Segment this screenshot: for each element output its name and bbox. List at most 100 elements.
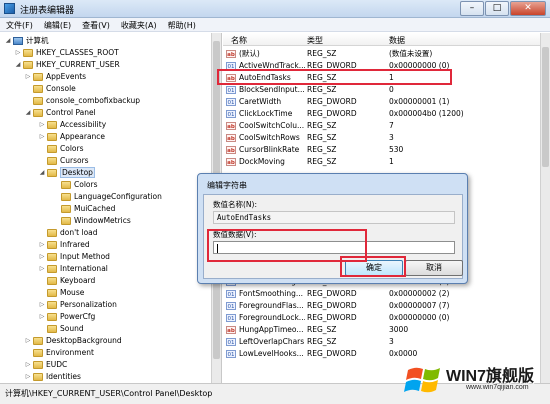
list-scroll-thumb[interactable] (542, 47, 549, 167)
tree-node[interactable]: ▷ Appearance (38, 131, 105, 143)
tree-node[interactable]: Keyboard (38, 275, 95, 287)
tree-node[interactable]: ◢ Control Panel (24, 107, 96, 119)
tree-node[interactable]: Colors (38, 143, 84, 155)
tree-node[interactable]: ◢ HKEY_CURRENT_USER (14, 59, 120, 71)
value-row[interactable]: ab (默认) REG_SZ (数值未设置) (223, 48, 550, 60)
list-scrollbar[interactable] (540, 33, 550, 383)
status-path: 计算机\HKEY_CURRENT_USER\Control Panel\Desk… (5, 389, 213, 398)
value-data: 7 (389, 121, 394, 130)
value-row[interactable]: 01 CaretWidth REG_DWORD 0x00000001 (1) (223, 96, 550, 108)
folder-icon (47, 157, 57, 165)
tree-node[interactable]: Cursors (38, 155, 89, 167)
header-data[interactable]: 数据 (389, 35, 405, 46)
expand-toggle-icon[interactable]: ◢ (14, 59, 22, 71)
tree-node[interactable]: ◢ Desktop (38, 167, 95, 179)
string-value-icon: ab (226, 326, 236, 334)
value-row[interactable]: 01 ForegroundFlas... REG_DWORD 0x00000007 (… (223, 300, 550, 312)
expand-toggle-icon[interactable]: ▷ (38, 239, 46, 251)
expand-toggle-icon[interactable]: ▷ (24, 371, 32, 383)
tree-node[interactable]: MuiCached (52, 203, 115, 215)
tree-node[interactable]: ▷ Identities (24, 371, 81, 383)
minimize-button[interactable]: – (460, 1, 484, 16)
expand-toggle-icon[interactable]: ▷ (24, 335, 32, 347)
tree-node[interactable]: ▷ Personalization (38, 299, 117, 311)
tree-node-label: Environment (46, 348, 94, 357)
string-value-icon: ab (226, 158, 236, 166)
value-row[interactable]: ab CoolSwitchRows REG_SZ 3 (223, 132, 550, 144)
menu-favorites[interactable]: 收藏夹(A) (115, 18, 162, 31)
watermark-url: www.win7qijian.com (466, 384, 529, 391)
value-row[interactable]: 01 FontSmoothing... REG_DWORD 0x00000002 (2… (223, 288, 550, 300)
tree-node[interactable]: ▷ HKEY_CLASSES_ROOT (14, 47, 119, 59)
tree-node-label: Accessibility (60, 120, 107, 129)
expand-toggle-icon[interactable]: ▷ (24, 71, 32, 83)
tree-node[interactable]: don't load (38, 227, 98, 239)
value-row[interactable]: 01 LeftOverlapChars REG_SZ 3 (223, 336, 550, 348)
tree-node[interactable]: console_combofixbackup (24, 95, 140, 107)
maximize-button[interactable]: □ (485, 1, 509, 16)
value-row[interactable]: 01 BlockSendInput... REG_SZ 0 (223, 84, 550, 96)
tree-node[interactable]: Mouse (38, 287, 84, 299)
cancel-button[interactable]: 取消 (405, 260, 463, 276)
expand-toggle-icon[interactable]: ◢ (38, 167, 46, 179)
tree-node[interactable]: ▷ EUDC (24, 359, 67, 371)
binary-value-icon: 01 (226, 110, 236, 118)
value-type: REG_DWORD (307, 313, 357, 322)
tree-node[interactable]: ▷ AppEvents (24, 71, 86, 83)
tree-node[interactable]: ▷ Input Method (38, 251, 110, 263)
folder-icon (47, 229, 57, 237)
folder-icon (47, 289, 57, 297)
tree-node-label: EUDC (46, 360, 68, 369)
menu-file[interactable]: 文件(F) (0, 18, 38, 31)
expand-toggle-icon[interactable]: ▷ (38, 119, 46, 131)
tree-node[interactable]: Colors (52, 179, 98, 191)
registry-tree[interactable]: ◢ 计算机 ▷ HKEY_CLASSES_ROOT ◢ HKEY_CURRENT_USER… (0, 33, 222, 383)
menu-help[interactable]: 帮助(H) (162, 18, 201, 31)
value-row[interactable]: 01 ForegroundLock... REG_DWORD 0x00000000 (… (223, 312, 550, 324)
header-name[interactable]: 名称 (231, 35, 247, 46)
close-button[interactable]: ✕ (510, 1, 546, 16)
expand-toggle-icon[interactable]: ▷ (38, 131, 46, 143)
tree-node[interactable]: LanguageConfiguration (52, 191, 162, 203)
tree-node[interactable]: Environment (24, 347, 94, 359)
tree-node[interactable]: ▷ International (38, 263, 108, 275)
tree-node-label: Control Panel (46, 108, 96, 117)
expand-toggle-icon[interactable]: ▷ (38, 251, 46, 263)
value-type: REG_DWORD (307, 109, 357, 118)
value-name: ForegroundLock... (239, 313, 305, 322)
value-row[interactable]: 01 ClickLockTime REG_DWORD 0x000004b0 (1200… (223, 108, 550, 120)
expand-toggle-icon[interactable]: ▷ (38, 311, 46, 323)
expand-toggle-icon[interactable]: ▷ (38, 299, 46, 311)
tree-node[interactable]: WindowMetrics (52, 215, 131, 227)
expand-toggle-icon[interactable]: ▷ (14, 47, 22, 59)
tree-node-label: MuiCached (74, 204, 116, 213)
value-type: REG_SZ (307, 325, 337, 334)
value-row[interactable]: ab CursorBlinkRate REG_SZ 530 (223, 144, 550, 156)
value-row[interactable]: ab HungAppTimeo... REG_SZ 3000 (223, 324, 550, 336)
folder-icon (47, 313, 57, 321)
tree-node-label: Identities (46, 372, 81, 381)
menu-edit[interactable]: 编辑(E) (38, 18, 76, 31)
expand-toggle-icon[interactable]: ◢ (4, 35, 12, 47)
expand-toggle-icon[interactable]: ◢ (24, 107, 32, 119)
string-value-icon: ab (226, 122, 236, 130)
tree-node-label: International (60, 264, 108, 273)
folder-icon (47, 133, 57, 141)
tree-node[interactable]: ◢ 计算机 (4, 35, 49, 47)
menu-view[interactable]: 查看(V) (76, 18, 115, 31)
tree-node[interactable]: ▷ Infrared (38, 239, 90, 251)
tree-node[interactable]: ▷ Accessibility (38, 119, 106, 131)
expand-toggle-icon[interactable]: ▷ (38, 263, 46, 275)
folder-icon (47, 169, 57, 177)
header-type[interactable]: 类型 (307, 35, 323, 46)
value-row[interactable]: ab CoolSwitchColu... REG_SZ 7 (223, 120, 550, 132)
tree-node[interactable]: ▷ DesktopBackground (24, 335, 122, 347)
folder-icon (61, 193, 71, 201)
folder-icon (47, 253, 57, 261)
tree-node[interactable]: Sound (38, 323, 84, 335)
tree-node[interactable]: ▷ PowerCfg (38, 311, 95, 323)
value-type: REG_DWORD (307, 289, 357, 298)
expand-toggle-icon[interactable]: ▷ (24, 359, 32, 371)
tree-node[interactable]: Console (24, 83, 76, 95)
value-row[interactable]: ab DockMoving REG_SZ 1 (223, 156, 550, 168)
